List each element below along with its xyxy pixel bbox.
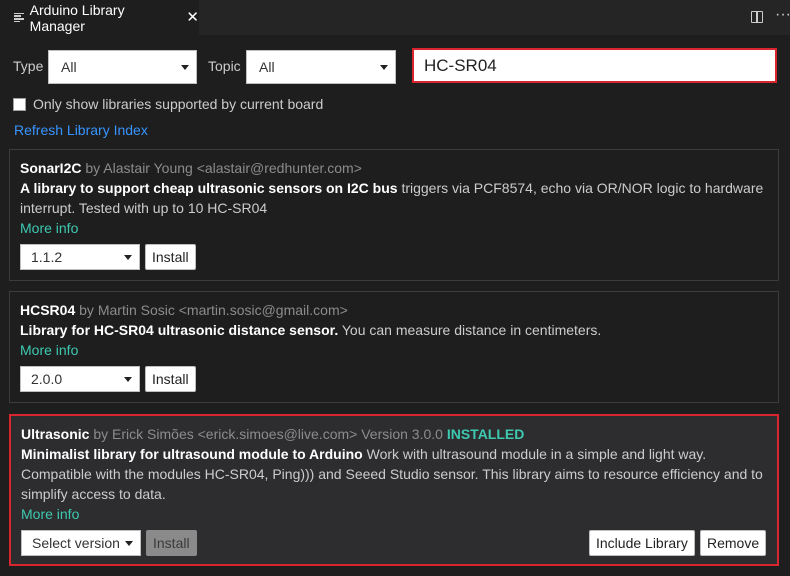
close-icon[interactable]: ✕ bbox=[186, 10, 199, 25]
library-header: SonarI2C by Alastair Young <alastair@red… bbox=[20, 158, 768, 178]
library-author: Alastair Young <alastair@redhunter.com> bbox=[103, 160, 362, 176]
installed-badge: INSTALLED bbox=[446, 426, 525, 442]
library-summary: A library to support cheap ultrasonic se… bbox=[20, 180, 398, 196]
library-description: A library to support cheap ultrasonic se… bbox=[20, 178, 768, 218]
type-label: Type bbox=[13, 58, 44, 74]
tab-title: Arduino Library Manager bbox=[29, 1, 125, 34]
version-select[interactable]: 1.1.2 bbox=[20, 244, 140, 270]
library-card-sonari2c: SonarI2C by Alastair Young <alastair@red… bbox=[9, 149, 779, 281]
search-input[interactable] bbox=[412, 48, 777, 83]
library-author: Martin Sosic <martin.sosic@gmail.com> bbox=[97, 302, 348, 318]
board-filter-label: Only show libraries supported by current… bbox=[33, 96, 324, 112]
library-actions: 2.0.0 Install bbox=[20, 366, 768, 392]
editor-tab-bar: Arduino Library Manager ✕ ··· bbox=[0, 0, 790, 35]
board-filter-checkbox[interactable] bbox=[13, 98, 26, 111]
chevron-down-icon bbox=[124, 377, 132, 382]
chevron-down-icon bbox=[124, 255, 132, 260]
more-actions-icon[interactable]: ··· bbox=[775, 6, 790, 24]
topic-select[interactable]: All bbox=[246, 50, 396, 84]
library-actions: Select version Install Include Library R… bbox=[21, 530, 767, 556]
library-by: by bbox=[93, 426, 109, 442]
type-select-value: All bbox=[61, 59, 77, 75]
library-name: HCSR04 bbox=[20, 302, 76, 318]
tab-arduino-library-manager[interactable]: Arduino Library Manager ✕ bbox=[0, 0, 200, 35]
more-info-link[interactable]: More info bbox=[20, 342, 78, 358]
chevron-down-icon bbox=[380, 65, 388, 70]
library-summary: Minimalist library for ultrasound module… bbox=[21, 446, 363, 462]
library-name: Ultrasonic bbox=[21, 426, 90, 442]
chevron-down-icon bbox=[125, 541, 133, 546]
topic-select-value: All bbox=[259, 59, 275, 75]
split-editor-icon[interactable] bbox=[751, 11, 763, 23]
remove-button[interactable]: Remove bbox=[700, 530, 767, 556]
more-info-link[interactable]: More info bbox=[21, 506, 79, 522]
library-version: Version 3.0.0 bbox=[361, 426, 443, 442]
library-card-hcsr04: HCSR04 by Martin Sosic <martin.sosic@gma… bbox=[9, 291, 779, 403]
type-select[interactable]: All bbox=[48, 50, 197, 84]
library-header: HCSR04 by Martin Sosic <martin.sosic@gma… bbox=[20, 300, 768, 320]
library-card-ultrasonic: Ultrasonic by Erick Simões <erick.simoes… bbox=[9, 414, 779, 566]
chevron-down-icon bbox=[181, 65, 189, 70]
version-select[interactable]: Select version bbox=[21, 530, 141, 556]
library-name: SonarI2C bbox=[20, 160, 82, 176]
topic-label: Topic bbox=[208, 58, 241, 74]
refresh-library-index-link[interactable]: Refresh Library Index bbox=[14, 122, 148, 138]
library-description: Minimalist library for ultrasound module… bbox=[21, 444, 767, 504]
version-select-value: 1.1.2 bbox=[31, 249, 63, 265]
install-button[interactable]: Install bbox=[145, 366, 196, 392]
library-details: You can measure distance in centimeters. bbox=[338, 322, 602, 338]
library-by: by bbox=[79, 302, 94, 318]
library-description: Library for HC-SR04 ultrasonic distance … bbox=[20, 320, 768, 340]
version-select-value: 2.0.0 bbox=[31, 371, 63, 387]
library-by: by bbox=[85, 160, 101, 176]
version-select-value: Select version bbox=[32, 535, 120, 551]
preview-icon bbox=[14, 12, 24, 23]
install-button[interactable]: Install bbox=[146, 530, 197, 556]
library-actions: 1.1.2 Install bbox=[20, 244, 768, 270]
library-summary: Library for HC-SR04 ultrasonic distance … bbox=[20, 322, 339, 338]
library-header: Ultrasonic by Erick Simões <erick.simoes… bbox=[21, 424, 767, 444]
install-button[interactable]: Install bbox=[145, 244, 196, 270]
more-info-link[interactable]: More info bbox=[20, 220, 78, 236]
include-library-button[interactable]: Include Library bbox=[589, 530, 695, 556]
version-select[interactable]: 2.0.0 bbox=[20, 366, 140, 392]
library-author: Erick Simões <erick.simoes@live.com> bbox=[112, 426, 358, 442]
